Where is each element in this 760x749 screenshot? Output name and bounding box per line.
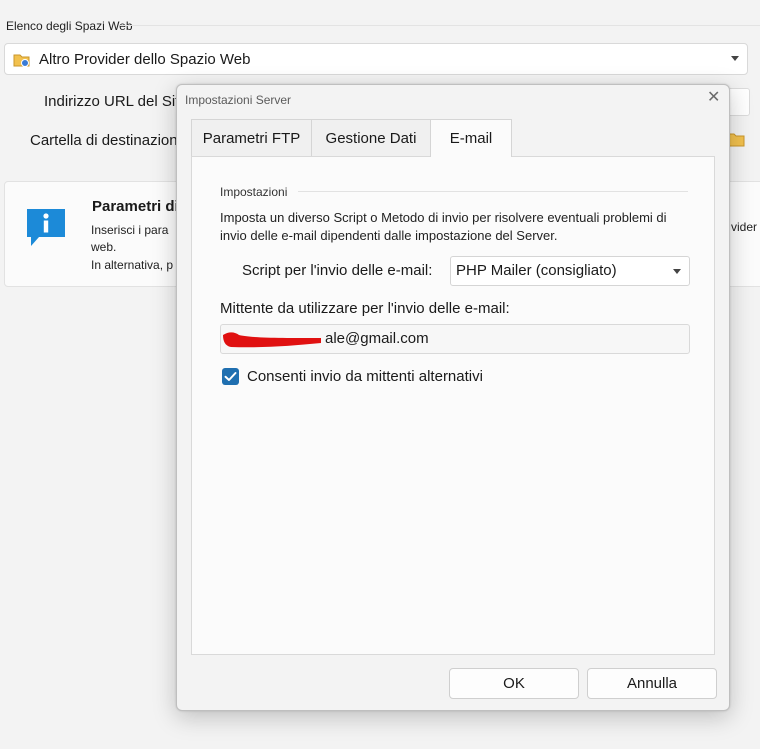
provider-select[interactable]: Altro Provider dello Spazio Web xyxy=(4,43,748,75)
email-tab-page: Impostazioni Imposta un diverso Script o… xyxy=(191,156,715,655)
info-right-fragment: vider xyxy=(731,220,758,234)
allow-alternative-senders-checkbox[interactable] xyxy=(222,368,239,385)
cancel-button[interactable]: Annulla xyxy=(587,668,717,699)
close-icon[interactable]: ✕ xyxy=(707,90,720,106)
server-settings-dialog: Impostazioni Server ✕ Parametri FTP Gest… xyxy=(176,84,730,711)
allow-alternative-senders-label: Consenti invio da mittenti alternativi xyxy=(247,368,483,385)
script-label: Script per l'invio delle e-mail: xyxy=(242,262,433,279)
chevron-down-icon xyxy=(673,269,681,274)
tab-data-management[interactable]: Gestione Dati xyxy=(311,119,431,156)
info-icon xyxy=(26,208,66,253)
info-line-3: In alternativa, p xyxy=(91,258,174,272)
section-title: Elenco degli Spazi Web xyxy=(6,19,133,33)
sender-label: Mittente da utilizzare per l'invio delle… xyxy=(220,300,510,317)
ok-button[interactable]: OK xyxy=(449,668,579,699)
group-divider xyxy=(298,191,688,192)
sender-email-value: ale@gmail.com xyxy=(325,330,429,347)
script-select[interactable]: PHP Mailer (consigliato) xyxy=(450,256,690,286)
description-line-1: Imposta un diverso Script o Metodo di in… xyxy=(220,210,667,225)
description-line-2: invio delle e-mail dipendenti dalle impo… xyxy=(220,228,558,243)
section-divider xyxy=(120,25,760,26)
group-label: Impostazioni xyxy=(220,185,288,199)
info-line-2: web. xyxy=(91,240,117,254)
tab-email[interactable]: E-mail xyxy=(430,119,512,157)
script-select-value: PHP Mailer (consigliato) xyxy=(456,262,617,279)
provider-select-value: Altro Provider dello Spazio Web xyxy=(39,51,251,68)
redaction-mark xyxy=(221,329,325,356)
url-label: Indirizzo URL del Sit xyxy=(44,93,180,110)
info-line-1: Inserisci i para xyxy=(91,223,169,237)
web-folder-icon xyxy=(13,52,31,73)
check-icon xyxy=(224,372,237,381)
info-title: Parametri di xyxy=(92,198,179,215)
sender-email-field[interactable]: ale@gmail.com xyxy=(220,324,690,354)
dialog-title: Impostazioni Server xyxy=(185,93,292,107)
destination-folder-label: Cartella di destinazione xyxy=(30,132,186,149)
chevron-down-icon xyxy=(731,56,739,61)
tab-ftp-parameters[interactable]: Parametri FTP xyxy=(191,119,312,156)
